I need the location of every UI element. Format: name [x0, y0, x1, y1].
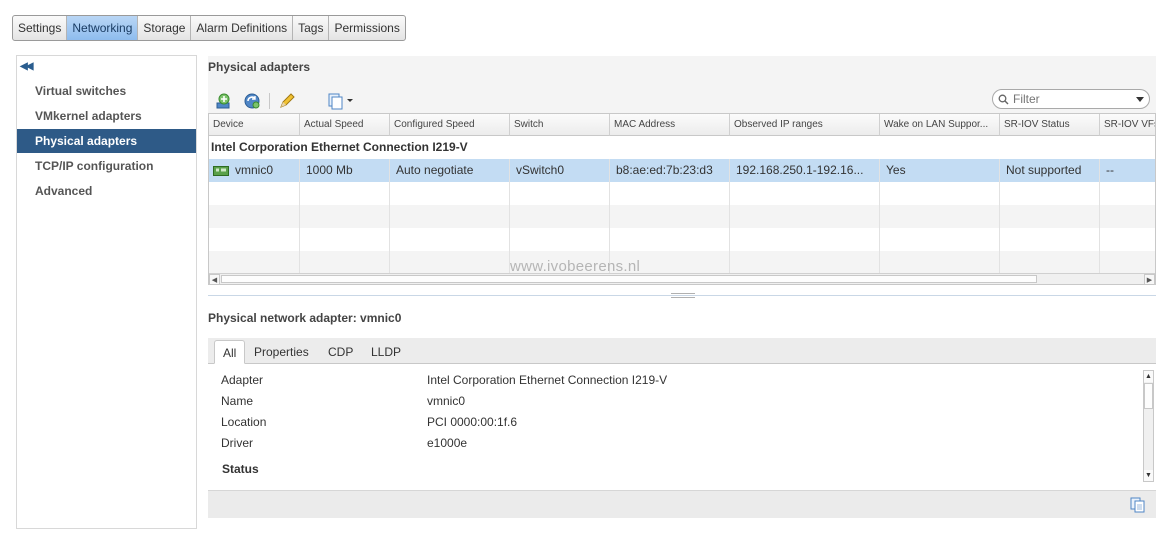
property-label-driver: Driver — [221, 436, 253, 450]
refresh-icon[interactable] — [243, 92, 261, 110]
cell-ip-ranges: 192.168.250.1-192.16... — [730, 159, 880, 182]
tab-networking[interactable]: Networking — [67, 16, 139, 40]
sidebar-item-advanced[interactable]: Advanced — [17, 179, 196, 203]
cell-wake-on-lan: Yes — [880, 159, 1000, 182]
column-divider — [1099, 159, 1100, 274]
column-divider — [999, 159, 1000, 274]
sidebar-item-virtual-switches[interactable]: Virtual switches — [17, 79, 196, 103]
tab-cdp[interactable]: CDP — [320, 340, 361, 364]
column-header-mac-address[interactable]: MAC Address — [610, 114, 730, 136]
cell-actual-speed: 1000 Mb — [300, 159, 390, 182]
tab-permissions[interactable]: Permissions — [329, 16, 404, 40]
column-divider — [609, 159, 610, 274]
tab-properties[interactable]: Properties — [246, 340, 317, 364]
property-value-driver: e1000e — [427, 436, 468, 450]
detail-title: Physical network adapter: vmnic0 — [208, 311, 402, 325]
cell-configured-speed: Auto negotiate — [390, 159, 510, 182]
property-value-adapter: Intel Corporation Ethernet Connection I2… — [427, 373, 668, 387]
column-divider — [299, 159, 300, 274]
empty-row — [209, 228, 1155, 251]
column-divider — [729, 159, 730, 274]
cell-sriov-status: Not supported — [1000, 159, 1100, 182]
sidebar-item-vmkernel-adapters[interactable]: VMkernel adapters — [17, 104, 196, 128]
add-host-networking-icon[interactable] — [215, 92, 233, 110]
column-header-switch[interactable]: Switch — [510, 114, 610, 136]
vertical-scrollbar[interactable]: ▲ ▼ — [1143, 370, 1154, 482]
toolbar-divider — [269, 93, 270, 109]
column-header-configured-speed[interactable]: Configured Speed — [390, 114, 510, 136]
properties-panel: Adapter Intel Corporation Ethernet Conne… — [208, 364, 1156, 490]
tab-settings[interactable]: Settings — [13, 16, 68, 40]
table-row[interactable]: vmnic0 1000 Mb Auto negotiate vSwitch0 b… — [209, 159, 1155, 182]
adapters-table: Device Actual Speed Configured Speed Swi… — [208, 113, 1156, 285]
edit-pencil-icon[interactable] — [278, 92, 296, 110]
tab-tags[interactable]: Tags — [293, 16, 330, 40]
empty-row — [209, 205, 1155, 228]
column-header-sriov-status[interactable]: SR-IOV Status — [1000, 114, 1100, 136]
detail-tab-bar: All Properties CDP LLDP — [208, 338, 1156, 364]
tab-all[interactable]: All — [214, 340, 246, 364]
scroll-thumb[interactable] — [1144, 383, 1153, 409]
scroll-up-icon[interactable]: ▲ — [1144, 371, 1153, 382]
cell-sriov-vfs: -- — [1100, 159, 1155, 182]
property-label-name: Name — [221, 394, 254, 408]
section-status: Status — [222, 462, 259, 476]
sidebar-item-physical-adapters[interactable]: Physical adapters — [17, 129, 196, 153]
property-label-location: Location — [221, 415, 267, 429]
column-header-wake-on-lan[interactable]: Wake on LAN Suppor... — [880, 114, 1000, 136]
property-value-name: vmnic0 — [427, 394, 466, 408]
actions-menu-icon[interactable] — [327, 92, 355, 110]
sidebar-item-tcpip-configuration[interactable]: TCP/IP configuration — [17, 154, 196, 178]
column-divider — [509, 159, 510, 274]
property-value-location: PCI 0000:00:1f.6 — [427, 415, 518, 429]
detail-footer — [208, 490, 1156, 518]
column-divider — [879, 159, 880, 274]
tab-alarm-definitions[interactable]: Alarm Definitions — [191, 16, 294, 40]
empty-row — [209, 182, 1155, 205]
watermark: www.ivobeerens.nl — [510, 258, 641, 275]
top-tab-bar: Settings Networking Storage Alarm Defini… — [12, 15, 406, 41]
search-icon — [998, 94, 1009, 105]
collapse-sidebar-icon[interactable]: ◀◀ — [20, 61, 33, 72]
horizontal-scrollbar[interactable]: ◀ ▶ — [209, 273, 1155, 284]
splitter-grip-icon[interactable] — [671, 293, 695, 298]
cell-mac-address: b8:ae:ed:7b:23:d3 — [610, 159, 730, 182]
group-row: Intel Corporation Ethernet Connection I2… — [211, 140, 468, 154]
scroll-right-icon[interactable]: ▶ — [1144, 274, 1155, 284]
column-header-observed-ip-ranges[interactable]: Observed IP ranges — [730, 114, 880, 136]
empty-row — [209, 251, 1155, 274]
page-title: Physical adapters — [208, 60, 311, 74]
column-header-sriov-vfs[interactable]: SR-IOV VFs — [1100, 114, 1155, 136]
filter-input[interactable] — [1013, 92, 1123, 106]
scroll-down-icon[interactable]: ▼ — [1144, 470, 1153, 481]
property-label-adapter: Adapter — [221, 373, 264, 387]
filter-box[interactable] — [992, 89, 1150, 109]
column-header-actual-speed[interactable]: Actual Speed — [300, 114, 390, 136]
tab-lldp[interactable]: LLDP — [363, 340, 409, 364]
tab-storage[interactable]: Storage — [138, 16, 192, 40]
scroll-left-icon[interactable]: ◀ — [209, 274, 220, 284]
cell-switch: vSwitch0 — [510, 159, 610, 182]
column-header-device[interactable]: Device — [209, 114, 300, 136]
scroll-thumb[interactable] — [221, 275, 1037, 283]
network-adapter-icon — [213, 166, 229, 176]
column-divider — [389, 159, 390, 274]
copy-icon[interactable] — [1130, 497, 1146, 513]
sidebar: Virtual switches VMkernel adapters Physi… — [16, 55, 197, 529]
chevron-down-icon[interactable] — [1136, 97, 1144, 102]
